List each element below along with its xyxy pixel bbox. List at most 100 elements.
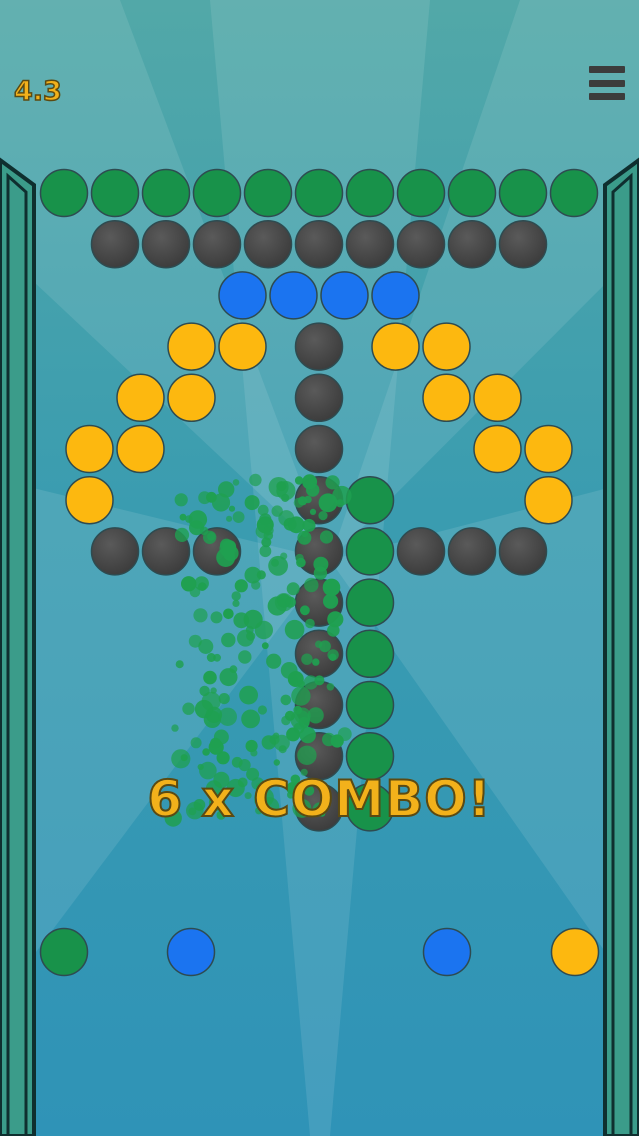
yellow-ball [218, 322, 267, 371]
particle [294, 476, 304, 485]
particle [257, 504, 269, 516]
particle [201, 691, 221, 712]
particle [304, 495, 312, 504]
gray-ball [345, 219, 395, 269]
particle [246, 631, 256, 641]
launcher-yellow-ball[interactable] [550, 927, 600, 977]
green-ball [345, 680, 395, 730]
particle [278, 745, 287, 754]
green-ball [549, 168, 599, 218]
yellow-ball [65, 424, 114, 474]
particle [329, 653, 337, 661]
green-ball [141, 168, 191, 218]
hamburger-menu-icon[interactable] [589, 66, 625, 100]
particle [257, 705, 267, 715]
particle [313, 566, 328, 580]
particle [210, 611, 223, 624]
gray-ball [498, 527, 548, 576]
particle [244, 566, 262, 584]
game-board[interactable] [0, 0, 639, 1136]
particle [188, 510, 208, 529]
blue-ball [371, 271, 420, 320]
yellow-ball [65, 475, 114, 525]
yellow-ball [524, 475, 573, 525]
particle [259, 545, 272, 558]
particle [231, 591, 241, 601]
particle [219, 540, 237, 558]
green-ball [345, 475, 395, 525]
particle [280, 694, 292, 706]
particle [210, 737, 221, 749]
yellow-ball [524, 424, 573, 474]
gray-ball [141, 219, 191, 269]
particle [244, 495, 260, 511]
particle [202, 748, 210, 756]
particle [180, 754, 188, 762]
particle [221, 632, 236, 648]
gray-ball [90, 527, 140, 576]
particle [171, 724, 179, 732]
gray-ball [498, 219, 548, 269]
particle [303, 675, 318, 690]
launcher-green-ball[interactable] [39, 927, 89, 977]
yellow-ball [116, 373, 165, 423]
particle [284, 619, 305, 640]
particle [301, 653, 313, 665]
menu-line [589, 66, 625, 73]
menu-line [589, 93, 625, 100]
particle [193, 608, 208, 623]
particle [261, 642, 269, 650]
particle [312, 658, 320, 666]
launcher-blue-ball[interactable] [166, 927, 216, 977]
particle [207, 532, 216, 541]
particle [327, 611, 344, 628]
particle [332, 485, 352, 506]
gray-ball [447, 219, 497, 269]
particle [280, 662, 298, 679]
gray-ball [396, 219, 446, 269]
gray-ball [447, 527, 497, 576]
yellow-ball [473, 424, 522, 474]
gray-ball [294, 424, 344, 474]
blue-ball [218, 271, 267, 320]
score-display: 4.3 [13, 75, 62, 108]
yellow-ball [473, 373, 522, 423]
green-ball [447, 168, 497, 218]
particle [241, 709, 260, 729]
particle [300, 605, 310, 616]
green-ball [345, 527, 395, 576]
launcher-blue-ball[interactable] [422, 927, 472, 977]
particle [293, 722, 305, 734]
particle [268, 477, 289, 497]
particle [232, 479, 240, 486]
yellow-ball [167, 322, 216, 371]
particle [309, 508, 317, 515]
particle [268, 555, 288, 576]
yellow-ball [371, 322, 420, 371]
particle [261, 735, 276, 750]
particle [326, 683, 335, 691]
particle [174, 527, 190, 543]
particle [226, 515, 233, 522]
particle [306, 483, 320, 497]
particle [322, 732, 336, 747]
gray-ball [90, 219, 140, 269]
particle [213, 653, 222, 662]
particle [234, 579, 248, 593]
particle [182, 702, 195, 715]
particle [211, 493, 231, 512]
blue-ball [269, 271, 318, 320]
particle [198, 582, 207, 591]
green-ball [396, 168, 446, 218]
combo-text: 6 x COMBO! [146, 769, 492, 829]
particle [278, 510, 295, 527]
gray-ball [294, 373, 344, 423]
particle [218, 707, 237, 726]
particle [190, 737, 202, 749]
particle [233, 612, 250, 629]
particle [291, 686, 311, 706]
particle [175, 660, 184, 669]
green-ball [498, 168, 548, 218]
particle [276, 593, 291, 608]
particle [301, 530, 309, 538]
